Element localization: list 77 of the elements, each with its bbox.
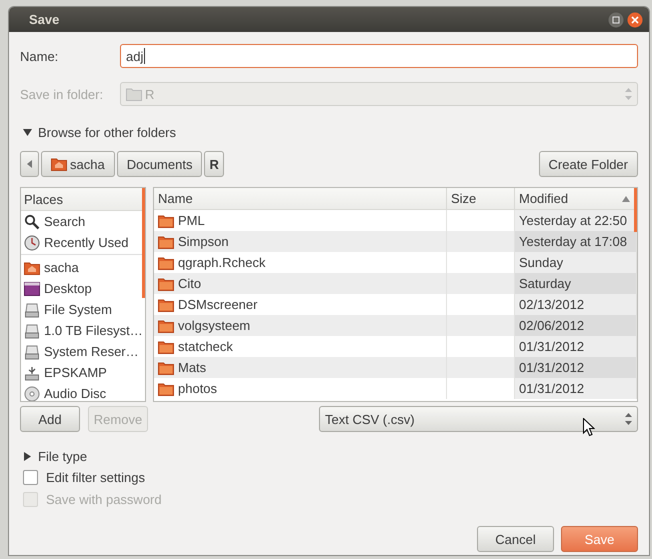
expander-label[interactable]: File type [38,448,88,464]
folder-icon [158,256,174,270]
file-name[interactable]: photos [178,381,218,396]
home-folder-icon [24,260,40,274]
name-label: Name: [20,48,60,64]
date-cell: 02/06/2012 [519,318,584,333]
place-item[interactable]: EPSKAMP [21,362,145,383]
cancel-button[interactable]: Cancel [477,526,554,552]
date-cell: Saturday [519,276,572,291]
add-button[interactable]: Add [20,406,80,432]
place-item[interactable]: Search [21,211,145,232]
date-cell: 01/31/2012 [519,381,584,396]
path-button[interactable]: R [204,151,224,177]
file-name[interactable]: volgsysteem [178,318,250,333]
place-item[interactable]: System Reser… [21,341,145,362]
folder-icon [158,318,174,332]
column-header[interactable]: Modified [515,188,637,210]
desktop-icon [24,282,40,296]
folder-label: Save in folder: [20,86,104,102]
spinner-arrows-icon [625,413,632,425]
drive-icon [24,322,40,338]
expander-arrow-icon[interactable] [23,452,32,460]
mouse-pointer-icon [583,418,595,437]
file-name[interactable]: qgraph.Rcheck [178,255,266,270]
place-item[interactable]: Desktop [21,278,145,299]
folder-icon [158,214,174,228]
folder-icon [158,276,174,290]
expander-label[interactable]: Browse for other folders [38,124,176,140]
home-folder-icon [51,157,67,171]
date-cell: 01/31/2012 [519,339,584,354]
place-item[interactable]: sacha [21,257,145,278]
window-title: Save [29,12,60,27]
file-name[interactable]: Mats [178,360,206,375]
file-name[interactable]: Cito [178,276,202,291]
maximize-button[interactable] [608,12,624,28]
back-button[interactable] [20,151,39,177]
checkbox-label: Edit filter settings [46,470,145,484]
folder-icon [158,382,174,396]
file-name[interactable]: PML [178,213,205,228]
file-name[interactable]: Simpson [178,234,229,249]
place-item[interactable]: 1.0 TB Filesyst… [21,320,145,341]
checkbox-label: Save with password [46,492,162,506]
scrollbar[interactable] [634,188,637,232]
search-icon [24,214,40,230]
file-type-dropdown[interactable]: Text CSV (.csv) [319,406,638,432]
checkbox[interactable] [23,470,38,484]
folder-icon [158,298,174,312]
create-folder-button[interactable]: Create Folder [538,151,638,177]
expander-arrow-icon[interactable] [23,128,32,136]
spinner-arrows-icon [625,88,632,100]
name-input[interactable]: adj [120,44,638,68]
date-cell: 02/13/2012 [519,297,584,312]
date-cell: Sunday [519,255,564,270]
place-item[interactable]: Recently Used [21,232,145,253]
folder-icon [158,234,174,248]
date-cell: Yesterday at 17:08 [519,234,627,249]
usb-drive-icon [24,364,40,380]
folder-icon [158,360,174,374]
date-cell: 01/31/2012 [519,360,584,375]
close-button[interactable] [627,12,643,28]
file-name[interactable]: statcheck [178,339,233,354]
path-button[interactable]: sacha [41,151,115,177]
date-cell: Yesterday at 22:50 [519,213,627,228]
drive-icon [24,302,40,318]
scrollbar[interactable] [142,188,145,298]
drive-icon [24,344,40,360]
folder-icon [126,87,142,101]
column-header[interactable]: Name [154,188,447,210]
column-header[interactable]: Size [447,188,515,210]
places-header: Places [24,192,64,206]
place-item[interactable]: Audio Disc [21,383,145,401]
clock-icon [24,234,40,250]
left-arrow-icon [27,160,32,168]
place-item[interactable]: File System [21,299,145,320]
file-name[interactable]: DSMscreener [178,297,258,312]
folder-icon [158,340,174,354]
path-button[interactable]: Documents [116,151,202,177]
